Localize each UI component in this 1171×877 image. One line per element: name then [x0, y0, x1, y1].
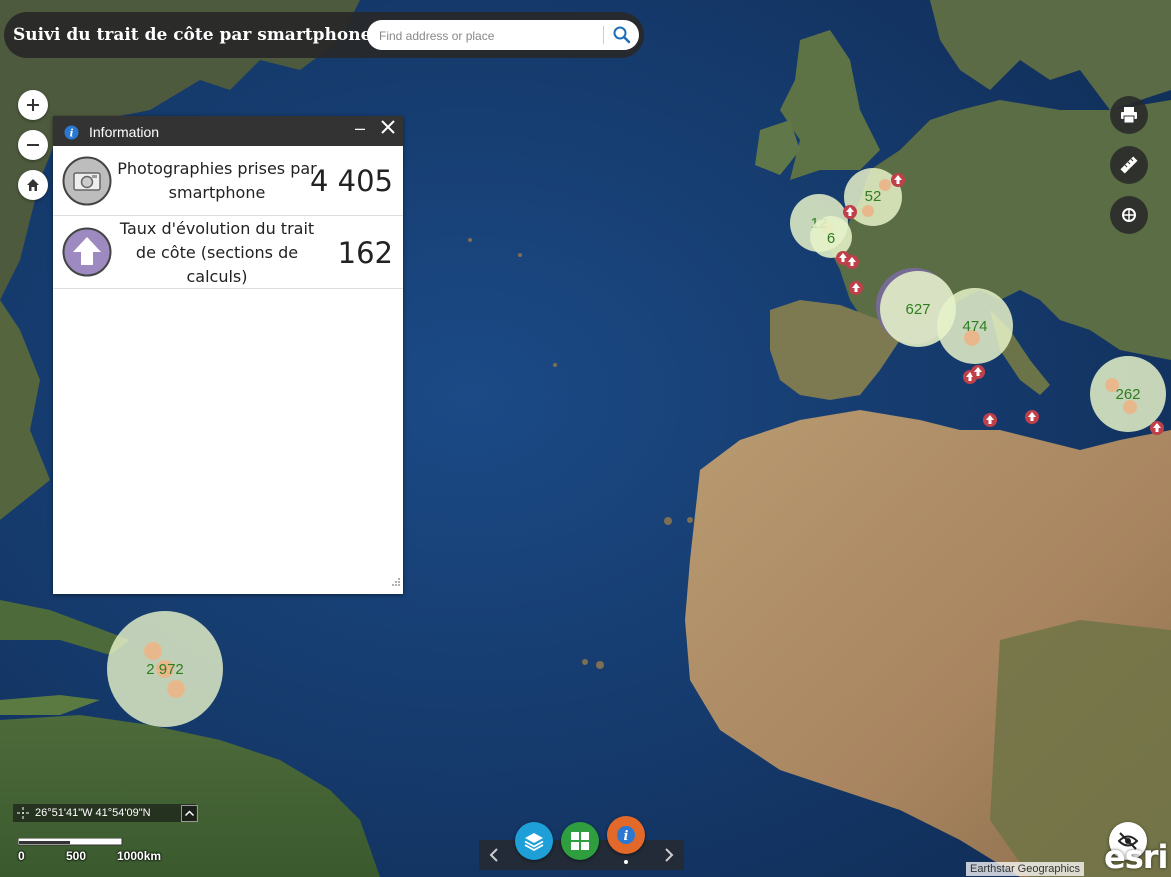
- panel-header: i Information –: [53, 116, 403, 146]
- layer-list-button[interactable]: [515, 822, 553, 860]
- chevron-up-icon: [184, 810, 195, 817]
- row-label: Photographies prises par smartphone: [117, 159, 317, 202]
- basemap-toggle-button[interactable]: [1110, 196, 1148, 234]
- cluster-marker[interactable]: 262: [1090, 356, 1166, 432]
- info-icon: i: [64, 125, 79, 145]
- home-icon: [27, 179, 39, 191]
- information-panel: i Information – Photographies prises par…: [53, 116, 403, 594]
- cluster-count: 627: [905, 301, 930, 318]
- cluster-marker[interactable]: 474: [937, 288, 1013, 364]
- close-button[interactable]: [381, 120, 395, 139]
- arrow-marker[interactable]: [1150, 421, 1164, 435]
- arrow-marker[interactable]: [891, 173, 905, 187]
- previous-arrow-icon[interactable]: [487, 846, 501, 869]
- arrow-marker[interactable]: [971, 365, 985, 379]
- print-button[interactable]: [1110, 96, 1148, 134]
- ruler-icon: [1120, 156, 1138, 174]
- zoom-out-button[interactable]: [18, 130, 48, 160]
- arrow-marker[interactable]: [845, 255, 859, 269]
- arrow-up-icon: [62, 227, 112, 282]
- row-value: 162: [337, 236, 393, 270]
- layers-icon: [524, 833, 544, 852]
- crosshair-icon[interactable]: [17, 807, 29, 822]
- svg-text:i: i: [70, 129, 74, 140]
- scale-label-1000: 1000km: [117, 849, 162, 863]
- app-header: Suivi du trait de côte par smartphone :: [4, 12, 644, 58]
- plus-icon: [27, 99, 39, 111]
- measure-button[interactable]: [1110, 146, 1148, 184]
- info-row-photographs[interactable]: Photographies prises par smartphone 4 40…: [53, 146, 403, 216]
- row-value: 4 405: [309, 164, 393, 198]
- close-icon: [381, 120, 395, 134]
- scale-label-0: 0: [18, 849, 25, 863]
- info-row-shoreline-rate[interactable]: Taux d'évolution du trait de côte (secti…: [53, 216, 403, 289]
- coordinate-text: 26°51'41"W 41°54'09"N: [35, 807, 151, 819]
- arrow-marker[interactable]: [843, 205, 857, 219]
- esri-logo: esri: [1104, 838, 1168, 876]
- cluster-marker[interactable]: 2 972: [107, 611, 223, 727]
- cluster-count: 474: [962, 318, 987, 335]
- search-box: [367, 20, 639, 50]
- cluster-count: 2 972: [146, 661, 184, 678]
- resize-handle[interactable]: [391, 574, 401, 592]
- app-title: Suivi du trait de côte par smartphone :: [13, 25, 384, 45]
- arrow-marker[interactable]: [849, 281, 863, 295]
- zoom-in-button[interactable]: [18, 90, 48, 120]
- minus-icon: [27, 144, 39, 146]
- info-icon: i: [617, 826, 635, 844]
- cluster-count: 6: [827, 230, 835, 247]
- grid-icon: [571, 832, 589, 850]
- minimize-button[interactable]: –: [355, 118, 365, 139]
- page-indicator-dot: [624, 860, 628, 864]
- home-button[interactable]: [18, 170, 48, 200]
- information-widget-button[interactable]: i: [607, 816, 645, 854]
- search-input[interactable]: [377, 25, 596, 47]
- attribution-text[interactable]: Earthstar Geographics: [966, 862, 1085, 876]
- coordinate-display: 26°51'41"W 41°54'09"N: [13, 804, 196, 822]
- coordinate-toggle-button[interactable]: [181, 805, 198, 822]
- cluster-count: 262: [1115, 386, 1140, 403]
- search-divider: [603, 26, 604, 44]
- cluster-count: 52: [865, 188, 882, 205]
- arrow-marker[interactable]: [983, 413, 997, 427]
- scale-bar: [18, 838, 123, 846]
- layers-toggle-icon: [1122, 208, 1136, 222]
- next-arrow-icon[interactable]: [662, 846, 676, 869]
- basemap-gallery-button[interactable]: [561, 822, 599, 860]
- row-label: Taux d'évolution du trait de côte (secti…: [119, 219, 315, 286]
- scale-label-500: 500: [66, 849, 87, 863]
- print-icon: [1121, 107, 1137, 124]
- search-icon[interactable]: [611, 24, 633, 46]
- panel-title: Information: [89, 124, 160, 140]
- camera-icon: [62, 156, 112, 211]
- arrow-marker[interactable]: [1025, 410, 1039, 424]
- svg-text:i: i: [624, 829, 629, 844]
